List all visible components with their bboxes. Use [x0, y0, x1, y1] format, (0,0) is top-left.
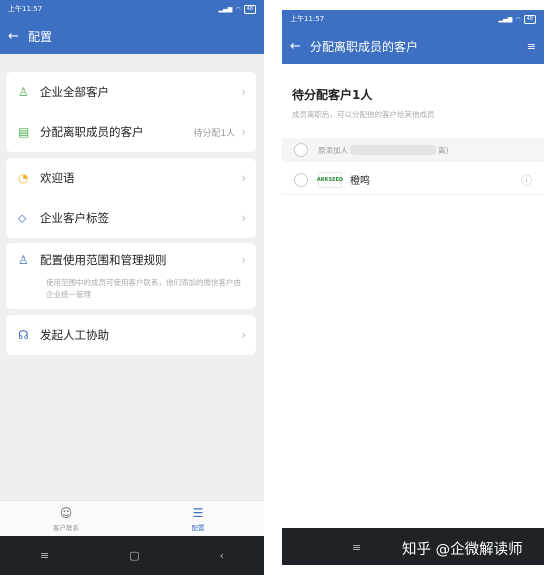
- signal-icon: ▂▄▆: [218, 5, 233, 13]
- status-time: 上午11:57: [8, 5, 43, 13]
- filter-icon[interactable]: ≡: [520, 40, 536, 53]
- customer-logo: ARKSEED: [317, 171, 343, 188]
- customer-name: 橙鸣: [350, 176, 370, 187]
- smile-icon: ☺: [59, 505, 73, 520]
- page-title: 配置: [28, 29, 53, 44]
- pending-count: 待分配1人: [193, 128, 236, 139]
- menu-icon[interactable]: ≡: [352, 541, 361, 554]
- app-bar: ← 分配离职成员的客户 ≡: [282, 28, 544, 64]
- menu-icon[interactable]: ≡: [40, 549, 49, 562]
- sliders-icon: ☰: [192, 505, 204, 520]
- home-icon[interactable]: ▢: [129, 549, 139, 562]
- battery-icon: 48: [243, 4, 256, 14]
- config-scope-description: 使用范围中的成员可使用客户联系，他们添加的微信客户由企业统一管理: [46, 278, 241, 299]
- menu-item-manual-help[interactable]: ☊ 发起人工协助 ›: [6, 315, 256, 355]
- customer-row[interactable]: ARKSEED 橙鸣 ⓘ: [282, 165, 544, 195]
- tag-icon: ⬦: [18, 210, 27, 225]
- pending-heading: 待分配客户1人: [292, 88, 373, 102]
- chevron-right-icon: ›: [241, 253, 246, 267]
- chevron-right-icon: ›: [241, 211, 246, 225]
- group-select-row[interactable]: 原添加人 离): [282, 138, 544, 162]
- chevron-right-icon: ›: [241, 328, 246, 342]
- menu-item-config-scope[interactable]: ♙ 配置使用范围和管理规则 ›: [6, 243, 256, 277]
- chat-bubble-icon: ◔: [18, 171, 29, 185]
- app-bar: ← 配置: [0, 18, 264, 54]
- headset-icon: ☊: [18, 328, 29, 342]
- document-icon: ▤: [18, 125, 30, 139]
- status-bar: 上午11:57 ▂▄▆ ◠ 48: [0, 0, 264, 18]
- battery-icon: 48: [523, 14, 536, 24]
- page-title: 分配离职成员的客户: [310, 39, 419, 54]
- menu-item-assign-departed[interactable]: ▤ 分配离职成员的客户 待分配1人 ›: [6, 112, 256, 152]
- chevron-right-icon: ›: [241, 85, 246, 99]
- pending-description: 成员离职后，可以分配他的客户给其他成员: [292, 110, 435, 119]
- tab-config[interactable]: ☰ 配置: [132, 501, 264, 536]
- wifi-icon: ◠: [235, 5, 241, 13]
- tab-contacts[interactable]: ☺ 客户联系: [0, 501, 132, 536]
- status-time: 上午11:57: [290, 15, 325, 23]
- user-settings-icon: ♙: [18, 253, 29, 267]
- customer-card: ♙ 企业全部客户 › ▤ 分配离职成员的客户 待分配1人 ›: [6, 72, 256, 152]
- chevron-right-icon: ›: [241, 125, 246, 139]
- config-scope-card[interactable]: ♙ 配置使用范围和管理规则 › 使用范围中的成员可使用客户联系，他们添加的微信客…: [6, 243, 256, 309]
- customer-radio[interactable]: [294, 172, 308, 187]
- back-arrow-icon[interactable]: ←: [290, 39, 310, 54]
- redacted-name: [350, 145, 436, 155]
- menu-item-welcome[interactable]: ◔ 欢迎语 ›: [6, 158, 256, 198]
- status-bar: 上午11:57 ▂▄▆ ◠ 48: [282, 10, 544, 28]
- chevron-right-icon: ›: [241, 171, 246, 185]
- help-card: ☊ 发起人工协助 ›: [6, 315, 256, 355]
- group-radio[interactable]: [294, 143, 308, 157]
- system-nav-bar: ≡ ▢ ‹: [0, 536, 264, 575]
- back-arrow-icon[interactable]: ←: [8, 29, 28, 44]
- user-icon: ♙: [18, 85, 29, 99]
- info-icon[interactable]: ⓘ: [521, 172, 532, 188]
- signal-icon: ▂▄▆: [498, 15, 513, 23]
- assign-departed-screen: 上午11:57 ▂▄▆ ◠ 48 ← 分配离职成员的客户 ≡ 待分配客户1人 成…: [282, 10, 544, 565]
- menu-item-tags[interactable]: ⬦ 企业客户标签 ›: [6, 198, 256, 238]
- config-screen: 上午11:57 ▂▄▆ ◠ 48 ← 配置 ♙ 企业全部客户 › ▤ 分配离职成…: [0, 0, 264, 575]
- settings-card: ◔ 欢迎语 › ⬦ 企业客户标签 ›: [6, 158, 256, 238]
- wifi-icon: ◠: [515, 15, 521, 23]
- bottom-tab-bar: ☺ 客户联系 ☰ 配置: [0, 500, 264, 536]
- watermark: 知乎 @企微解读师: [402, 542, 523, 558]
- menu-item-all-customers[interactable]: ♙ 企业全部客户 ›: [6, 72, 256, 112]
- back-icon[interactable]: ‹: [220, 549, 224, 562]
